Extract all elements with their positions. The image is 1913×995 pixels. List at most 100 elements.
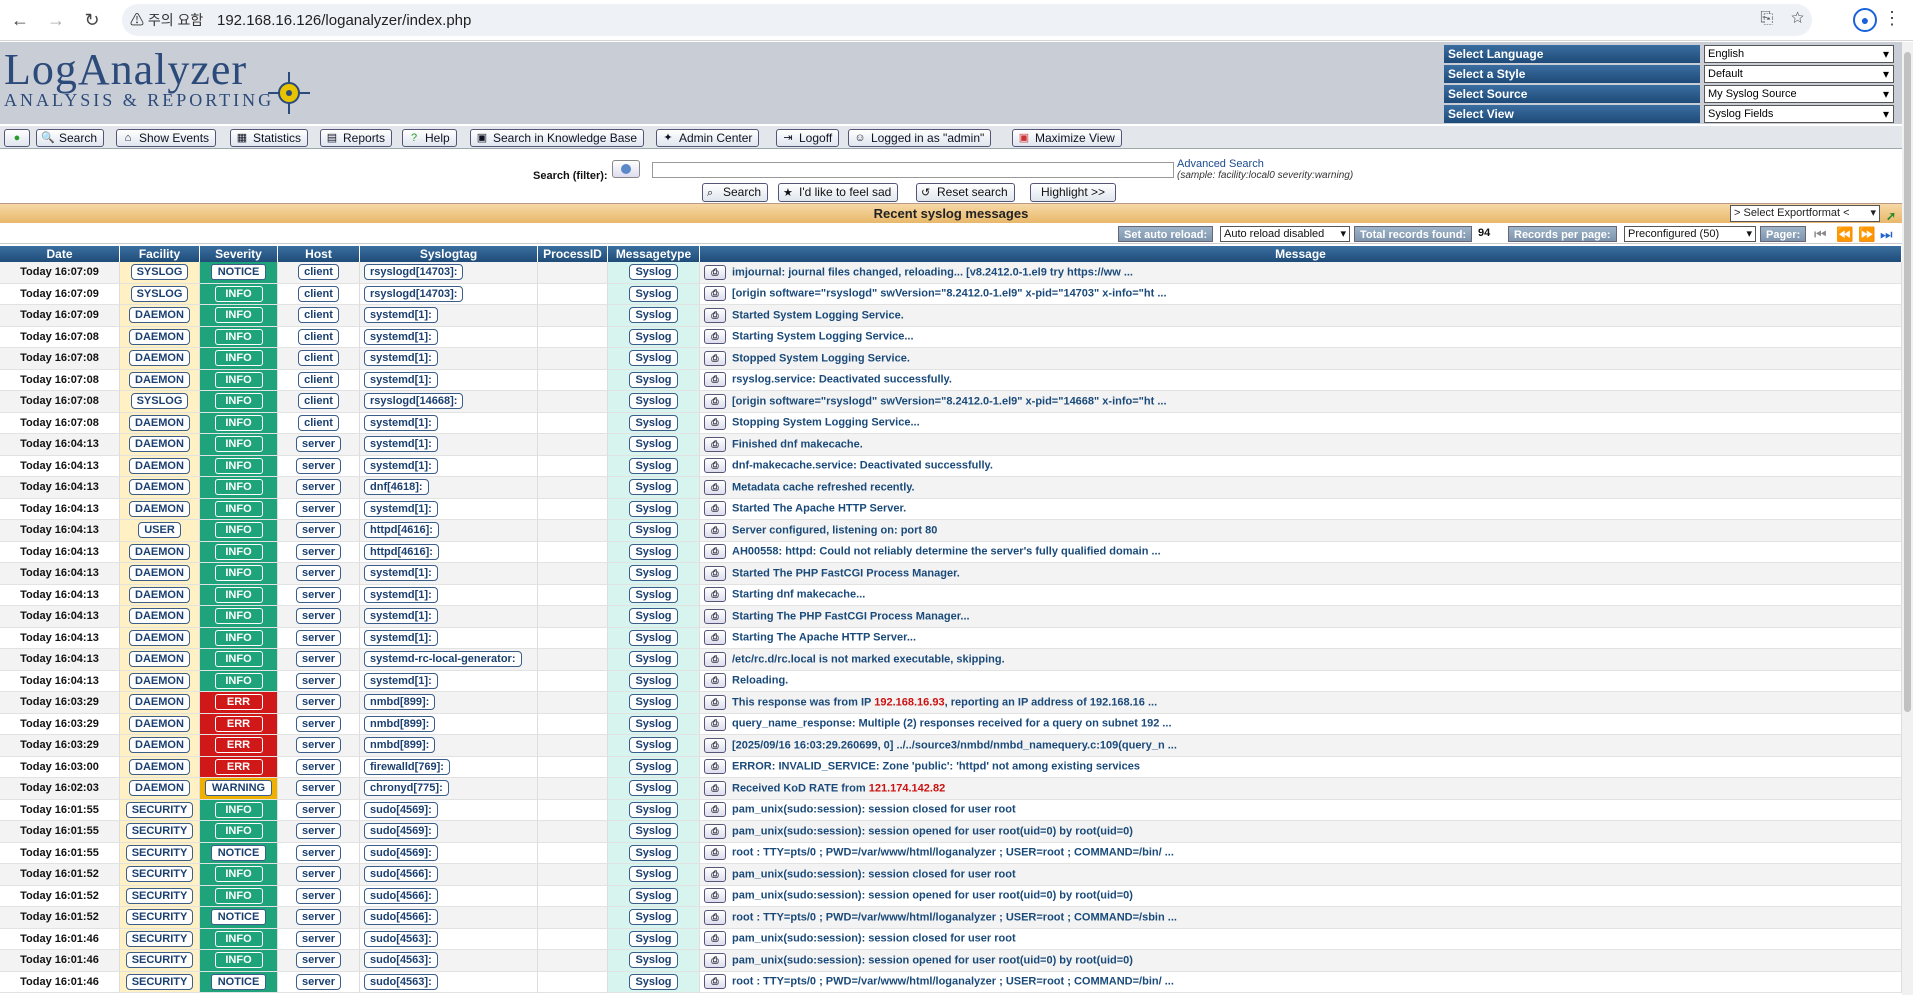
messagetype-link[interactable]: Syslog (629, 414, 678, 431)
host-link[interactable]: server (295, 586, 342, 603)
messagetype-link[interactable]: Syslog (629, 522, 678, 539)
messagetype-link[interactable]: Syslog (629, 629, 678, 646)
host-link[interactable]: client (298, 393, 339, 410)
syslogtag-link[interactable]: systemd[1]: (364, 350, 438, 367)
syslogtag-link[interactable]: sudo[4563]: (364, 930, 438, 947)
facility-link[interactable]: DAEMON (129, 651, 190, 668)
messagetype-link[interactable]: Syslog (629, 436, 678, 453)
message-details-icon[interactable]: ⎙ (704, 372, 726, 388)
message-link[interactable]: Started System Logging Service. (732, 309, 904, 321)
host-link[interactable]: server (295, 672, 342, 689)
search-submit-button[interactable]: ⌕ Search (702, 183, 769, 202)
style-select[interactable]: Default (1704, 65, 1894, 83)
host-link[interactable]: server (295, 651, 342, 668)
messagetype-link[interactable]: Syslog (629, 672, 678, 689)
statistics-button[interactable]: ▦ Statistics (230, 129, 309, 147)
syslogtag-link[interactable]: sudo[4563]: (364, 973, 438, 990)
col-facility[interactable]: Facility (120, 246, 200, 262)
host-link[interactable]: server (295, 887, 342, 904)
host-link[interactable]: client (298, 307, 339, 324)
host-link[interactable]: server (295, 930, 342, 947)
bookmark-star-icon[interactable]: ☆ (1791, 10, 1804, 27)
host-link[interactable]: server (295, 436, 342, 453)
messagetype-link[interactable]: Syslog (629, 844, 678, 861)
message-link[interactable]: Started The Apache HTTP Server. (732, 503, 906, 515)
host-link[interactable]: client (298, 285, 339, 302)
not-secure-warning[interactable]: ⚠ 주의 요함 (130, 10, 203, 30)
message-details-icon[interactable]: ⎙ (704, 823, 726, 839)
message-details-icon[interactable]: ⎙ (704, 393, 726, 409)
search-button[interactable]: 🔍 Search (36, 129, 105, 147)
syslogtag-link[interactable]: systemd[1]: (364, 672, 438, 689)
logoff-button[interactable]: ⇥ Logoff (776, 129, 840, 147)
messagetype-link[interactable]: Syslog (629, 500, 678, 517)
highlighted-ip[interactable]: 192.168.16.93 (874, 696, 944, 708)
message-details-icon[interactable]: ⎙ (704, 651, 726, 667)
message-link[interactable]: Starting dnf makecache... (732, 589, 865, 601)
message-details-icon[interactable]: ⎙ (704, 909, 726, 925)
messagetype-link[interactable]: Syslog (629, 586, 678, 603)
source-select[interactable]: My Syslog Source (1704, 85, 1894, 103)
logo[interactable]: LogAnalyzer ANALYSIS & REPORTING (4, 48, 274, 111)
facility-link[interactable]: SECURITY (125, 823, 194, 840)
severity-link[interactable]: INFO (214, 672, 263, 689)
severity-link[interactable]: INFO (214, 887, 263, 904)
message-link[interactable]: ERROR: INVALID_SERVICE: Zone 'public': '… (732, 761, 1140, 773)
facility-link[interactable]: DAEMON (129, 371, 190, 388)
host-link[interactable]: server (295, 457, 342, 474)
message-details-icon[interactable]: ⎙ (704, 565, 726, 581)
host-link[interactable]: server (295, 780, 342, 797)
message-details-icon[interactable]: ⎙ (704, 845, 726, 861)
host-link[interactable]: client (298, 350, 339, 367)
help-button[interactable]: ? Help (402, 129, 457, 147)
syslogtag-link[interactable]: nmbd[899]: (364, 715, 436, 732)
message-link[interactable]: Reloading. (732, 675, 788, 687)
severity-link[interactable]: ERR (214, 715, 263, 732)
syslogtag-link[interactable]: systemd[1]: (364, 457, 438, 474)
severity-link[interactable]: ERR (214, 758, 263, 775)
messagetype-link[interactable]: Syslog (629, 694, 678, 711)
message-link[interactable]: Received KoD RATE from 121.174.142.82 (732, 782, 945, 794)
feel-sad-button[interactable]: ★ I'd like to feel sad (778, 183, 899, 202)
host-link[interactable]: server (295, 801, 342, 818)
syslogtag-link[interactable]: nmbd[899]: (364, 737, 436, 754)
messagetype-link[interactable]: Syslog (629, 737, 678, 754)
severity-link[interactable]: INFO (214, 393, 263, 410)
profile-icon[interactable]: ● (1853, 8, 1877, 32)
severity-link[interactable]: NOTICE (210, 909, 267, 926)
facility-link[interactable]: DAEMON (129, 780, 190, 797)
messagetype-link[interactable]: Syslog (629, 952, 678, 969)
messagetype-link[interactable]: Syslog (629, 715, 678, 732)
message-link[interactable]: Starting System Logging Service... (732, 331, 914, 343)
records-per-page-select[interactable]: Preconfigured (50) (1624, 226, 1756, 242)
knowledge-base-button[interactable]: ▣ Search in Knowledge Base (470, 129, 645, 147)
messagetype-link[interactable]: Syslog (629, 393, 678, 410)
syslogtag-link[interactable]: httpd[4616]: (364, 543, 439, 560)
syslogtag-link[interactable]: rsyslogd[14703]: (364, 285, 464, 302)
message-link[interactable]: pam_unix(sudo:session): session opened f… (732, 890, 1133, 902)
syslogtag-link[interactable]: sudo[4566]: (364, 909, 438, 926)
syslogtag-link[interactable]: systemd[1]: (364, 565, 438, 582)
search-filter-input[interactable] (652, 162, 1174, 178)
facility-link[interactable]: SYSLOG (130, 393, 189, 410)
messagetype-link[interactable]: Syslog (629, 801, 678, 818)
message-link[interactable]: [2025/09/16 16:03:29.260699, 0] ../../so… (732, 739, 1177, 751)
message-details-icon[interactable]: ⎙ (704, 307, 726, 323)
syslogtag-link[interactable]: httpd[4616]: (364, 522, 439, 539)
message-details-icon[interactable]: ⎙ (704, 802, 726, 818)
messagetype-link[interactable]: Syslog (629, 328, 678, 345)
forward-icon[interactable]: → (44, 8, 68, 32)
show-events-button[interactable]: ⌂ Show Events (116, 129, 217, 147)
url-text[interactable]: 192.168.16.126/loganalyzer/index.php (217, 12, 471, 29)
messagetype-link[interactable]: Syslog (629, 457, 678, 474)
severity-link[interactable]: INFO (214, 436, 263, 453)
syslogtag-link[interactable]: firewalld[769]: (364, 758, 450, 775)
severity-link[interactable]: NOTICE (210, 264, 267, 281)
message-link[interactable]: root : TTY=pts/0 ; PWD=/var/www/html/log… (732, 911, 1177, 923)
facility-link[interactable]: SECURITY (125, 887, 194, 904)
message-link[interactable]: pam_unix(sudo:session): session opened f… (732, 825, 1133, 837)
severity-link[interactable]: ERR (214, 737, 263, 754)
syslogtag-link[interactable]: systemd-rc-local-generator: (364, 651, 522, 668)
facility-link[interactable]: SECURITY (125, 844, 194, 861)
facility-link[interactable]: SECURITY (125, 973, 194, 990)
